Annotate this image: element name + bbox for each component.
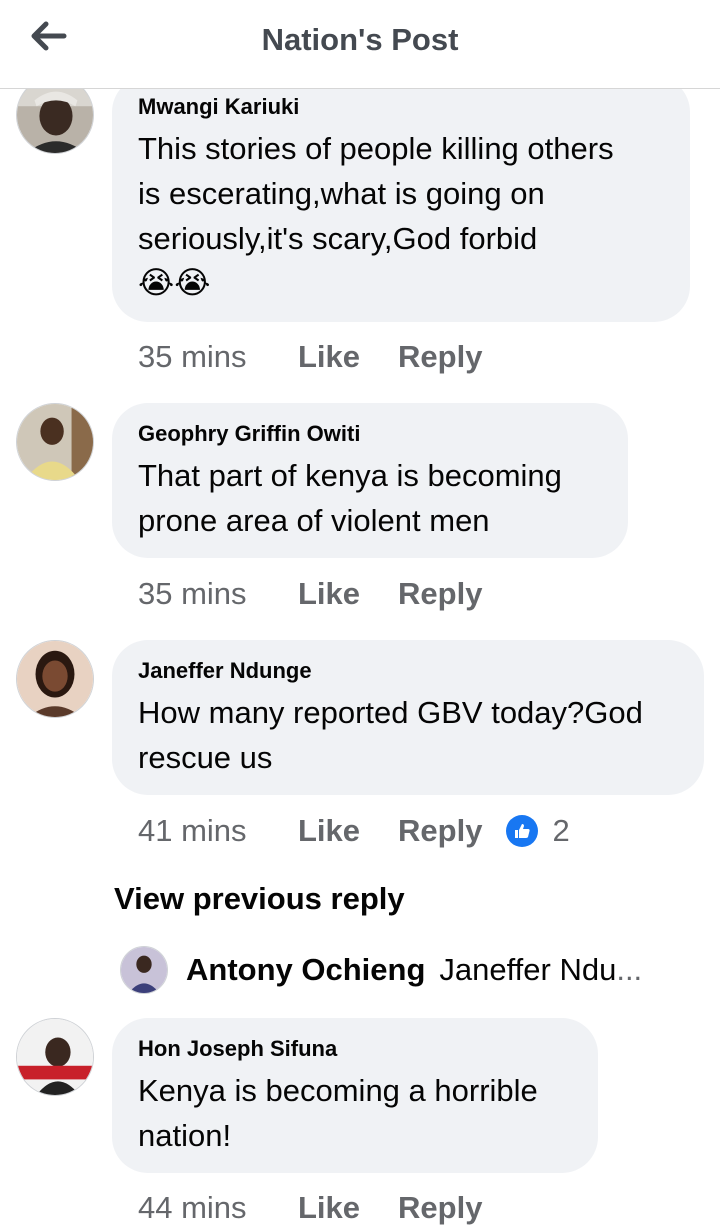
page-title: Nation's Post xyxy=(261,22,459,57)
like-button[interactable]: Like xyxy=(298,813,360,849)
reply-preview[interactable]: Antony Ochieng Janeffer Ndu... xyxy=(120,946,680,994)
comment-text: That part of kenya is becoming prone are… xyxy=(138,458,562,538)
top-bar: Nation's Post xyxy=(0,0,720,89)
avatar[interactable] xyxy=(16,1018,94,1096)
reply-button[interactable]: Reply xyxy=(398,339,482,375)
comment-actions: 41 mins Like Reply 2 xyxy=(138,811,570,851)
reply-snippet: Janeffer Ndu... xyxy=(439,952,643,987)
comment-author[interactable]: Hon Joseph Sifuna xyxy=(138,1034,572,1064)
comment-text: How many reported GBV today?God rescue u… xyxy=(138,695,643,775)
comment-author[interactable]: Mwangi Kariuki xyxy=(138,92,664,122)
view-previous-reply-link[interactable]: View previous reply xyxy=(114,881,405,917)
comment-actions: 35 mins Like Reply xyxy=(138,574,520,614)
reply-button[interactable]: Reply xyxy=(398,813,482,849)
avatar xyxy=(120,946,168,994)
comment-bubble: Janeffer Ndunge How many reported GBV to… xyxy=(112,640,704,795)
reply-author: Antony Ochieng xyxy=(186,952,426,987)
emoji-crying: 😭😭 xyxy=(138,265,211,301)
comment-bubble: Hon Joseph Sifuna Kenya is becoming a ho… xyxy=(112,1018,598,1173)
comment-bubble: Geophry Griffin Owiti That part of kenya… xyxy=(112,403,628,558)
comment-text: Kenya is becoming a horrible nation! xyxy=(138,1073,538,1153)
reply-button[interactable]: Reply xyxy=(398,576,482,612)
timestamp: 41 mins xyxy=(138,813,247,848)
like-button[interactable]: Like xyxy=(298,1190,360,1226)
comment-actions: 44 mins Like Reply xyxy=(138,1188,520,1228)
like-button[interactable]: Like xyxy=(298,576,360,612)
timestamp: 35 mins xyxy=(138,339,247,374)
reaction-summary[interactable]: 2 xyxy=(506,813,570,849)
timestamp: 44 mins xyxy=(138,1190,247,1225)
comment-bubble: Mwangi Kariuki This stories of people ki… xyxy=(112,76,690,322)
avatar[interactable] xyxy=(16,640,94,718)
comment-author[interactable]: Geophry Griffin Owiti xyxy=(138,419,602,449)
thumbs-up-icon xyxy=(506,815,539,847)
timestamp: 35 mins xyxy=(138,576,247,611)
like-button[interactable]: Like xyxy=(298,339,360,375)
avatar[interactable] xyxy=(16,403,94,481)
reaction-count: 2 xyxy=(552,813,570,848)
comment-text: This stories of people killing others is… xyxy=(138,126,664,306)
reply-button[interactable]: Reply xyxy=(398,1190,482,1226)
comment-actions: 35 mins Like Reply xyxy=(138,337,520,377)
comment-author[interactable]: Janeffer Ndunge xyxy=(138,656,678,686)
